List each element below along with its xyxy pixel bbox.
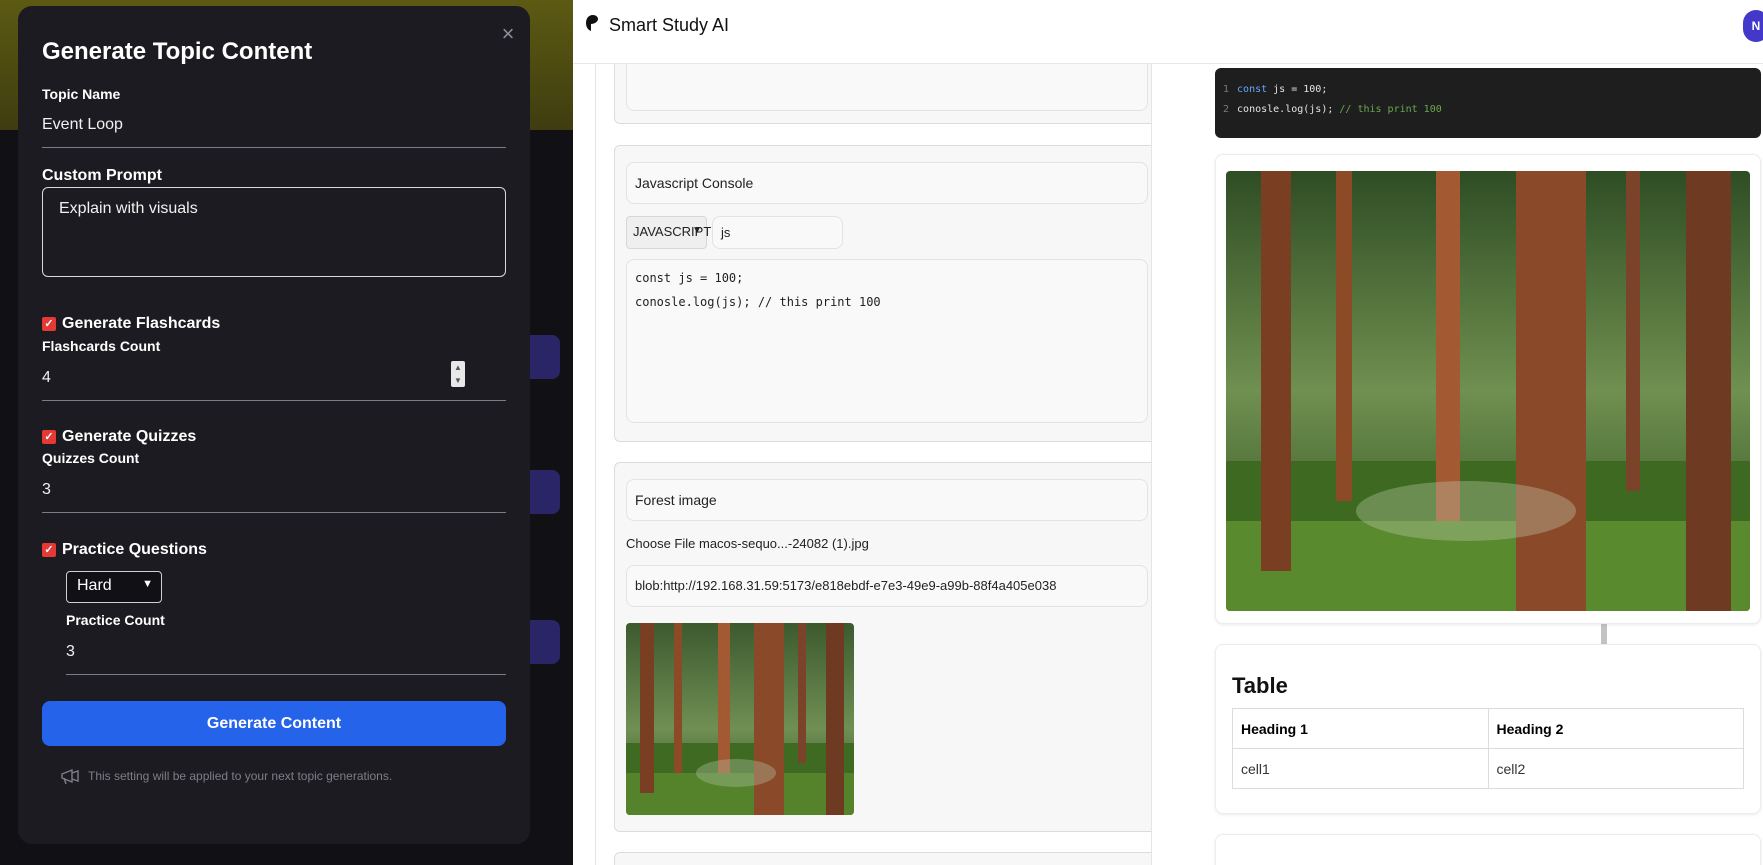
flashcards-count-label: Flashcards Count [42, 338, 161, 354]
practice-count-input[interactable]: 3 [66, 635, 506, 675]
image-block-card: Forest image Choose File macos-sequo...-… [614, 462, 1151, 832]
choose-file-button[interactable]: Choose File [626, 536, 695, 551]
avatar[interactable]: N [1743, 10, 1763, 42]
table-title: Table [1232, 673, 1288, 698]
table-cell: cell2 [1487, 748, 1744, 789]
code-block-card: Javascript Console JAVASCRIPT ▼ js const… [614, 145, 1151, 442]
file-name: macos-sequo...-24082 (1).jpg [699, 536, 869, 551]
file-chooser[interactable]: Choose File macos-sequo...-24082 (1).jpg [626, 536, 869, 551]
flashcards-checkbox[interactable]: ✓ [42, 317, 56, 331]
app-window: Smart Study AI N Javascript Console JAVA… [573, 0, 1763, 865]
stepper-up-icon[interactable]: ▲ [451, 361, 465, 374]
quizzes-label: Generate Quizzes [62, 428, 197, 445]
preview-code-block: 1 const js = 100; 2 conosle.log(js); // th… [1215, 68, 1761, 138]
brand-name: Smart Study AI [609, 15, 730, 35]
generate-topic-modal: × Generate Topic Content Topic Name Even… [18, 6, 530, 844]
practice-checkbox[interactable]: ✓ [42, 543, 56, 557]
code-line: 2 conosle.log(js); // this print 100 [1223, 104, 1442, 115]
generate-content-button[interactable]: Generate Content [42, 701, 506, 746]
practice-count-label: Practice Count [66, 612, 165, 628]
top-bar: Smart Study AI N [573, 0, 1763, 64]
quizzes-count-input[interactable]: 3 [42, 473, 506, 513]
practice-label: Practice Questions [62, 541, 207, 558]
image-title-input[interactable]: Forest image [626, 479, 1148, 521]
logo-icon [586, 15, 598, 31]
stepper-down-icon[interactable]: ▼ [451, 374, 465, 387]
preview-image-card [1215, 154, 1761, 624]
language-select[interactable]: JAVASCRIPT ▼ [626, 216, 711, 249]
chevron-down-icon: ▼ [142, 578, 153, 590]
content-block [614, 64, 1151, 124]
topic-name-input[interactable]: Event Loop [42, 108, 506, 148]
block-textarea[interactable] [626, 64, 1148, 111]
settings-note-text: This setting will be applied to your nex… [88, 769, 393, 784]
forest-image [1226, 171, 1750, 611]
content-block [614, 852, 1151, 865]
custom-prompt-label: Custom Prompt [42, 167, 162, 184]
forest-image-thumbnail [626, 623, 854, 815]
modal-title: Generate Topic Content [42, 38, 313, 65]
quizzes-checkbox[interactable]: ✓ [42, 430, 56, 444]
flashcards-label: Generate Flashcards [62, 315, 221, 332]
editor-panel: Javascript Console JAVASCRIPT ▼ js const… [595, 64, 1152, 865]
table-header-row: Heading 1 Heading 2 [1232, 708, 1744, 749]
quizzes-count-label: Quizzes Count [42, 450, 140, 466]
preview-table: Heading 1 Heading 2 cell1 cell2 [1232, 708, 1744, 789]
settings-note: This setting will be applied to your nex… [60, 768, 392, 786]
filename-input[interactable]: js [712, 216, 843, 249]
table-row: cell1 cell2 [1232, 748, 1744, 789]
code-textarea[interactable]: const js = 100; conosle.log(js); // this… [626, 259, 1148, 423]
megaphone-icon [61, 768, 79, 785]
number-stepper[interactable]: ▲ ▼ [451, 361, 465, 387]
difficulty-select[interactable]: Hard ▼ [66, 571, 162, 603]
preview-panel: 1 const js = 100; 2 conosle.log(js); // th… [1215, 64, 1763, 865]
chevron-down-icon: ▼ [692, 225, 702, 236]
code-line: 1 const js = 100; [1223, 84, 1328, 95]
table-cell: cell1 [1232, 748, 1489, 789]
image-url-input[interactable]: blob:http://192.168.31.59:5173/e818ebdf-… [626, 565, 1148, 607]
table-header: Heading 1 [1232, 708, 1489, 749]
close-icon[interactable]: × [498, 23, 518, 45]
custom-prompt-textarea[interactable]: Explain with visuals [42, 187, 506, 277]
code-block-title-input[interactable]: Javascript Console [626, 162, 1148, 204]
flashcards-count-input[interactable]: 4 [42, 361, 506, 401]
topic-name-label: Topic Name [42, 86, 121, 102]
preview-table-card: Table Heading 1 Heading 2 cell1 cell2 [1215, 644, 1761, 814]
preview-card [1215, 834, 1761, 865]
difficulty-value: Hard [77, 577, 112, 594]
table-header: Heading 2 [1487, 708, 1744, 749]
